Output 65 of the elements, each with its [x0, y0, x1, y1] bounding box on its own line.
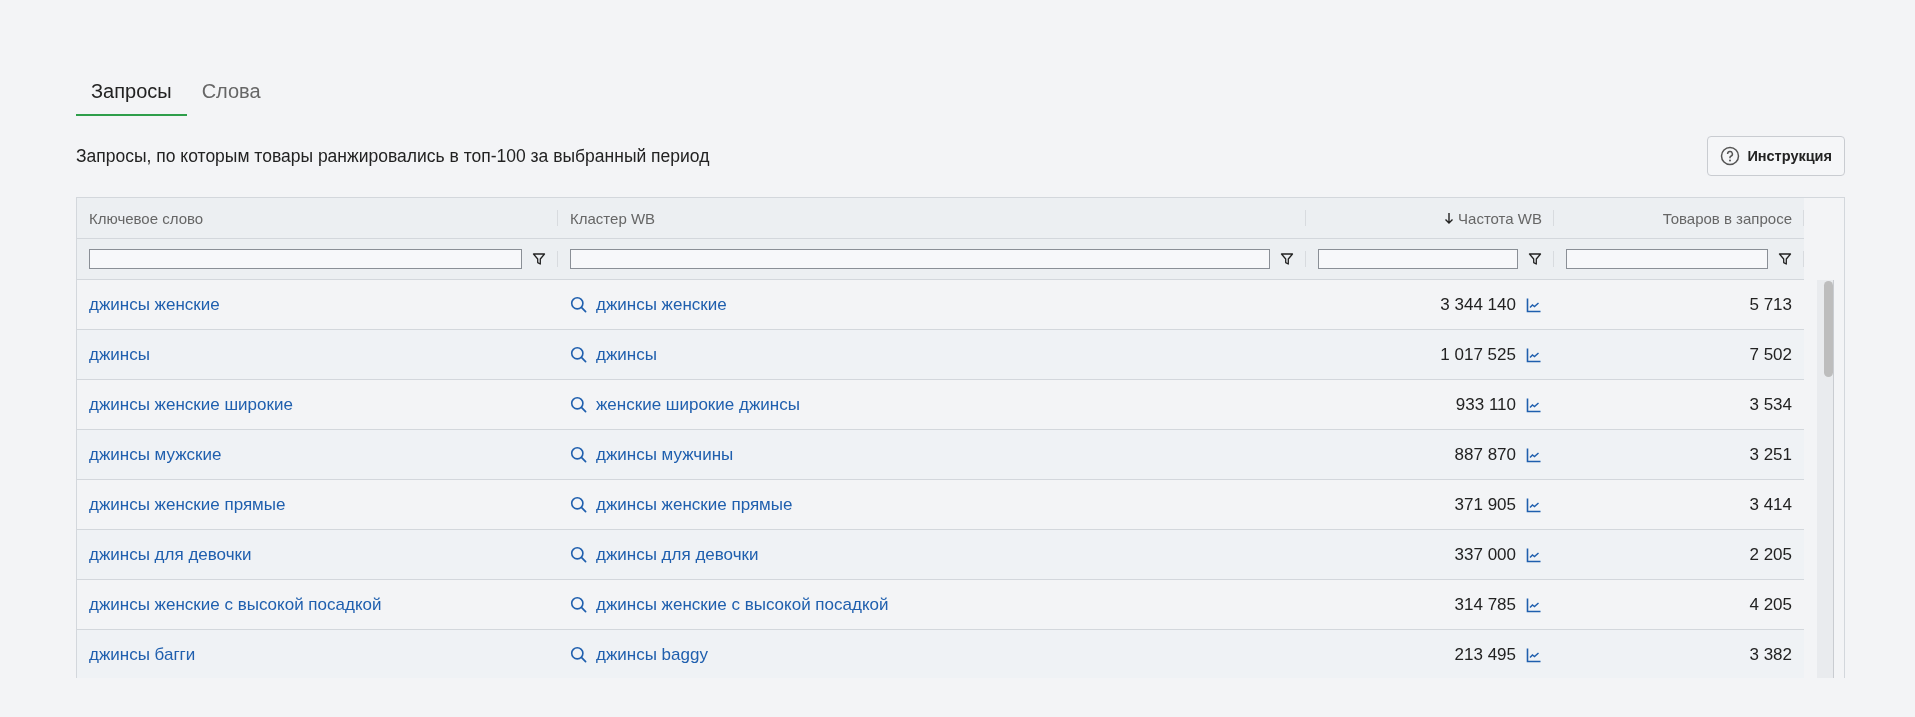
search-icon — [570, 546, 587, 563]
tab[interactable]: Слова — [186, 72, 276, 116]
filter-input-field[interactable] — [1566, 249, 1768, 269]
frequency-value: 1 017 525 — [1440, 344, 1516, 365]
products-count: 3 382 — [1749, 644, 1792, 665]
search-icon — [570, 346, 587, 363]
products-count: 5 713 — [1749, 294, 1792, 315]
filter-icon[interactable] — [532, 252, 546, 266]
scrollbar-thumb[interactable] — [1824, 281, 1833, 377]
filter-input-field[interactable] — [570, 249, 1270, 269]
frequency-value: 887 870 — [1454, 444, 1516, 465]
cluster-link[interactable]: женские широкие джинсы — [596, 394, 800, 415]
keyword-link[interactable]: джинсы багги — [89, 644, 196, 665]
chart-icon[interactable] — [1526, 596, 1542, 613]
help-icon — [1720, 146, 1741, 166]
filter-icon[interactable] — [1528, 252, 1542, 266]
search-icon — [570, 446, 587, 463]
filter-input-field[interactable] — [1318, 249, 1518, 269]
cluster-link[interactable]: джинсы женские — [596, 294, 727, 315]
cluster-link[interactable]: джинсы baggy — [596, 644, 708, 665]
chart-icon[interactable] — [1526, 496, 1542, 513]
cluster-link[interactable]: джинсы женские прямые — [596, 494, 793, 515]
frequency-value: 933 110 — [1455, 394, 1516, 415]
cluster-link[interactable]: джинсы женские с высокой посадкой — [596, 594, 889, 615]
description-text: Запросы, по которым товары ранжировались в топ-100 за выбранный период — [76, 145, 710, 167]
products-count: 3 414 — [1749, 494, 1792, 515]
chart-icon[interactable] — [1526, 396, 1542, 413]
keyword-link[interactable]: джинсы женские широкие — [89, 394, 293, 415]
instruction-button[interactable]: Инструкция — [1707, 136, 1845, 176]
filter-icon[interactable] — [1280, 252, 1294, 266]
products-count: 4 205 — [1749, 594, 1792, 615]
cluster-link[interactable]: джинсы мужчины — [596, 444, 734, 465]
keyword-link[interactable]: джинсы — [89, 344, 150, 365]
keyword-link[interactable]: джинсы женские — [89, 294, 220, 315]
chart-icon[interactable] — [1526, 346, 1542, 363]
keyword-link[interactable]: джинсы женские с высокой посадкой — [89, 594, 382, 615]
filter-icon[interactable] — [1778, 252, 1792, 266]
cluster-link[interactable]: джинсы — [596, 344, 657, 365]
keyword-link[interactable]: джинсы женские прямые — [89, 494, 286, 515]
column-header[interactable]: Ключевое слово — [89, 209, 204, 227]
column-header[interactable]: Частота WB — [1458, 209, 1542, 227]
keyword-link[interactable]: джинсы для девочки — [89, 544, 252, 565]
products-count: 2 205 — [1749, 544, 1792, 565]
products-count: 7 502 — [1749, 344, 1792, 365]
frequency-value: 371 905 — [1454, 494, 1516, 515]
keyword-link[interactable]: джинсы мужские — [89, 444, 222, 465]
frequency-value: 314 785 — [1454, 594, 1516, 615]
frequency-value: 3 344 140 — [1440, 294, 1516, 315]
search-icon — [570, 396, 587, 413]
chart-icon[interactable] — [1526, 546, 1542, 563]
search-icon — [570, 496, 587, 513]
chart-icon[interactable] — [1526, 296, 1542, 313]
tab[interactable]: Запросы — [76, 72, 187, 116]
products-count: 3 534 — [1749, 394, 1792, 415]
chart-icon[interactable] — [1526, 446, 1542, 463]
cluster-link[interactable]: джинсы для девочки — [596, 544, 759, 565]
products-count: 3 251 — [1749, 444, 1792, 465]
chart-icon[interactable] — [1526, 646, 1542, 663]
filter-input-field[interactable] — [89, 249, 522, 269]
search-icon — [570, 646, 587, 663]
column-header[interactable]: Кластер WB — [570, 209, 656, 227]
search-icon — [570, 296, 587, 313]
search-icon — [570, 596, 587, 613]
frequency-value: 337 000 — [1454, 544, 1516, 565]
frequency-value: 213 495 — [1454, 644, 1516, 665]
